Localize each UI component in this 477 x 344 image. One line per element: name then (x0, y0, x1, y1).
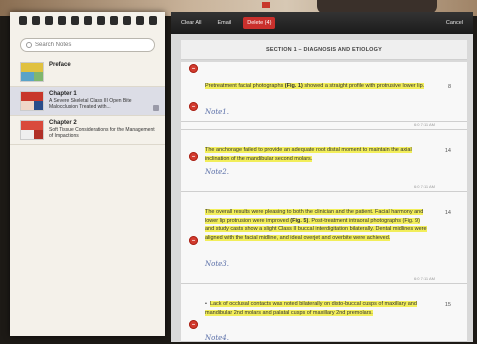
chapter-item-2[interactable]: Chapter 2 Soft Tissue Considerations for… (10, 116, 165, 145)
note-footer: 6:0 7:11 AM (181, 122, 467, 130)
delete-note-icon[interactable]: – (189, 152, 198, 161)
delete-button[interactable]: Delete (4) (243, 17, 276, 29)
handwritten-note: Note1. (205, 108, 229, 116)
page-number: 14 (444, 210, 451, 216)
chapter-item-1[interactable]: Chapter 1 A Severe Skeletal Class III Op… (10, 87, 165, 116)
highlighted-text: The anchorage failed to provide an adequ… (205, 147, 412, 162)
section-title: SECTION 1 – DIAGNOSIS AND ETIOLOGY (266, 46, 382, 53)
chapter-title: Preface (49, 62, 71, 68)
chapter-thumbnail (20, 120, 44, 140)
note-count-icon (153, 105, 159, 111)
highlighted-text: The overall results were pleasing to bot… (205, 209, 427, 241)
handwritten-note: Note4. (205, 334, 229, 342)
chapter-list: Preface Chapter 1 A Severe Skeletal Clas… (10, 58, 165, 145)
note-timestamp: 6:0 7:11 AM (413, 122, 435, 127)
note-timestamp: 6:0 7:11 AM (413, 184, 435, 189)
email-button[interactable]: Email (213, 17, 235, 29)
handwritten-note: Note3. (205, 260, 229, 268)
chapter-subtitle: A Severe Skeletal Class III Open Bite Ma… (49, 97, 132, 111)
chapter-thumbnail (20, 62, 44, 82)
chapter-sidebar: Preface Chapter 1 A Severe Skeletal Clas… (10, 12, 165, 336)
note-timestamp: 6:0 7:11 AM (413, 276, 435, 281)
section-header: SECTION 1 – DIAGNOSIS AND ETIOLOGY (181, 40, 467, 60)
note-item[interactable]: – • Lack of occlusal contacts was noted b… (181, 284, 467, 342)
delete-note-icon[interactable]: – (189, 102, 198, 111)
highlighted-text: Pretreatment facial photographs (Fig. 1)… (205, 83, 425, 89)
chapter-thumbnail (20, 91, 44, 111)
chapter-subtitle: Soft Tissue Considerations for the Manag… (49, 126, 155, 140)
search-input[interactable] (35, 42, 145, 48)
page-number: 15 (444, 302, 451, 308)
delete-note-icon[interactable]: – (189, 320, 198, 329)
notepad-spiral-binding (10, 12, 165, 28)
note-item[interactable]: – – Pretreatment facial photographs (Fig… (181, 62, 467, 122)
section-delete-icon[interactable]: – (189, 64, 198, 73)
notes-panel: Clear All Email Delete (4) Cancel SECTIO… (171, 12, 473, 342)
search-icon (26, 42, 32, 48)
chapter-item-preface[interactable]: Preface (10, 58, 165, 87)
note-item[interactable]: – The overall results were pleasing to b… (181, 192, 467, 284)
clear-all-button[interactable]: Clear All (177, 17, 205, 29)
page-number: 8 (447, 84, 451, 90)
delete-note-icon[interactable]: – (189, 236, 198, 245)
note-item[interactable]: – The anchorage failed to provide an ade… (181, 130, 467, 192)
cancel-button[interactable]: Cancel (442, 17, 467, 29)
page-number: 14 (444, 148, 451, 154)
highlighted-text: • Lack of occlusal contacts was noted bil… (205, 301, 417, 316)
handwritten-note: Note2. (205, 168, 229, 176)
background-object (262, 2, 270, 8)
search-field[interactable] (20, 38, 155, 52)
notes-toolbar: Clear All Email Delete (4) Cancel (171, 12, 473, 34)
